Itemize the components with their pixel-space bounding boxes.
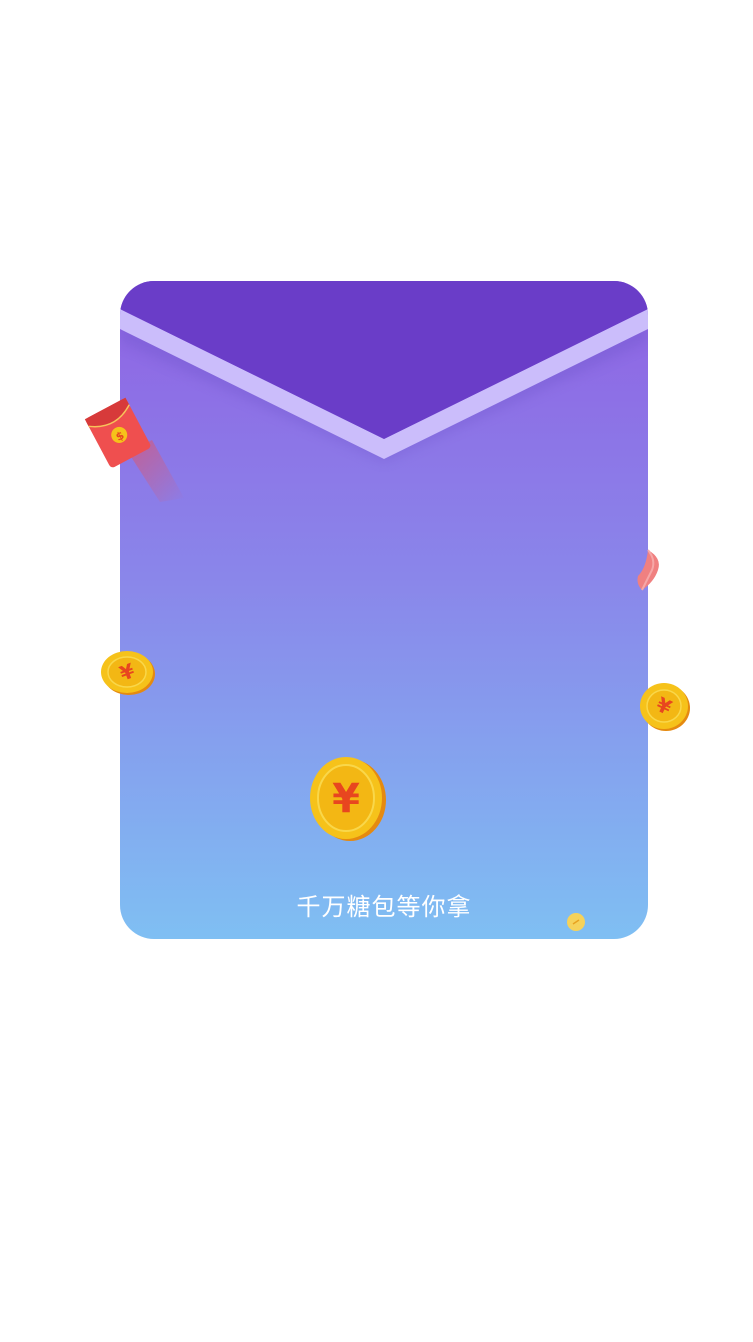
red-packet-icon: $ — [84, 397, 184, 502]
svg-text:¥: ¥ — [332, 776, 360, 822]
promo-screen: 千万糖包等你拿 ¥ ¥ ¥ $ — [0, 0, 753, 1342]
yuan-coin-icon — [567, 913, 585, 931]
yuan-coin-icon: ¥ — [640, 683, 690, 731]
yuan-coin-icon: ¥ — [101, 651, 155, 695]
ribbon-icon — [637, 549, 659, 591]
envelope-flap — [120, 281, 648, 461]
yuan-coin-icon: ¥ — [310, 757, 386, 841]
